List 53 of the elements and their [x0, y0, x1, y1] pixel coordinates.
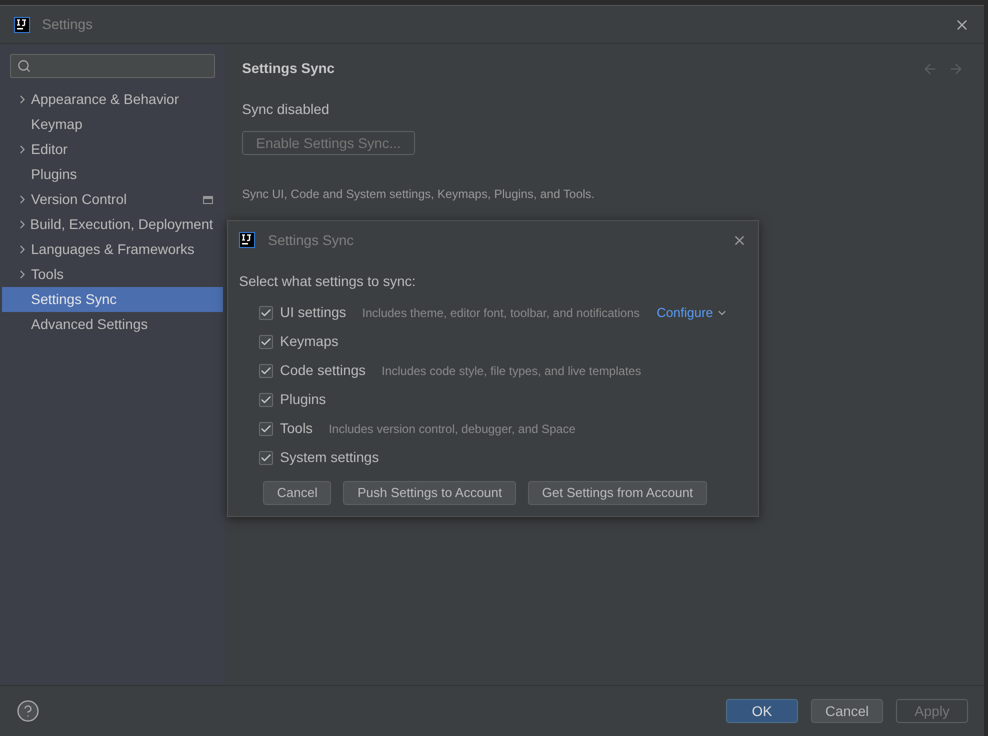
configure-link[interactable]: Configure — [656, 302, 728, 322]
sidebar-item-label: Appearance & Behavior — [31, 90, 179, 109]
dialog-button[interactable]: Push Settings to Account — [343, 481, 516, 505]
sync-prompt: Select what settings to sync: — [239, 272, 417, 291]
sidebar-item[interactable]: Settings Sync — [2, 287, 223, 312]
dialog-button[interactable]: Cancel — [263, 481, 332, 505]
sync-description: Sync UI, Code and System settings, Keymaps, Plugins, and Tools. — [242, 186, 596, 203]
option-label: Plugins — [280, 390, 326, 409]
sidebar-item-label: Plugins — [31, 165, 77, 184]
sidebar-item-label: Tools — [31, 265, 64, 284]
window-title: Settings — [42, 15, 93, 34]
page-heading: Settings Sync — [242, 59, 335, 78]
option-label: System settings — [280, 448, 379, 467]
app-logo-icon — [239, 232, 255, 248]
project-scope-icon — [203, 196, 213, 204]
sidebar-item[interactable]: Keymap — [2, 112, 223, 137]
sidebar-item[interactable]: Plugins — [2, 162, 223, 187]
dialog-title: Settings Sync — [268, 230, 354, 250]
dialog-button[interactable]: OK — [726, 699, 798, 723]
checkbox[interactable] — [259, 422, 273, 436]
sidebar-item-label: Advanced Settings — [31, 315, 148, 334]
help-icon[interactable] — [16, 699, 40, 723]
checkbox[interactable] — [259, 334, 273, 348]
sidebar-item[interactable]: Build, Execution, Deployment — [2, 212, 223, 237]
sidebar-item[interactable]: Tools — [2, 262, 223, 287]
sidebar-item[interactable]: Editor — [2, 137, 223, 162]
checkbox[interactable] — [259, 306, 273, 320]
search-icon — [17, 59, 31, 73]
checkbox[interactable] — [259, 364, 273, 378]
option-label: Tools — [280, 419, 313, 438]
sidebar-item[interactable]: Appearance & Behavior — [2, 87, 223, 112]
sidebar-item[interactable]: Advanced Settings — [2, 312, 223, 337]
option-hint: Includes version control, debugger, and Space — [328, 420, 576, 438]
sync-status: Sync disabled — [242, 100, 330, 119]
app-logo-icon — [14, 16, 30, 32]
dialog-button[interactable]: Get Settings from Account — [528, 481, 708, 505]
option-label: Code settings — [280, 361, 366, 380]
option-label: UI settings — [280, 303, 346, 322]
option-hint: Includes code style, file types, and live templates — [382, 362, 642, 380]
option-label: Keymaps — [280, 332, 338, 351]
sidebar-item-label: Languages & Frameworks — [31, 240, 194, 259]
sidebar-item-label: Build, Execution, Deployment — [30, 215, 213, 234]
sidebar-item-label: Settings Sync — [31, 290, 117, 309]
sidebar-item-label: Version Control — [31, 190, 127, 209]
checkbox[interactable] — [259, 392, 273, 406]
checkbox[interactable] — [259, 450, 273, 464]
sidebar-item-label: Editor — [31, 140, 68, 159]
sidebar-item[interactable]: Languages & Frameworks — [2, 237, 223, 262]
sidebar-item-label: Keymap — [31, 115, 82, 134]
search-field[interactable] — [10, 54, 215, 78]
sidebar-item[interactable]: Version Control — [2, 187, 223, 212]
option-hint: Includes theme, editor font, toolbar, and notifications — [362, 304, 640, 322]
dialog-button[interactable]: Cancel — [811, 699, 883, 723]
